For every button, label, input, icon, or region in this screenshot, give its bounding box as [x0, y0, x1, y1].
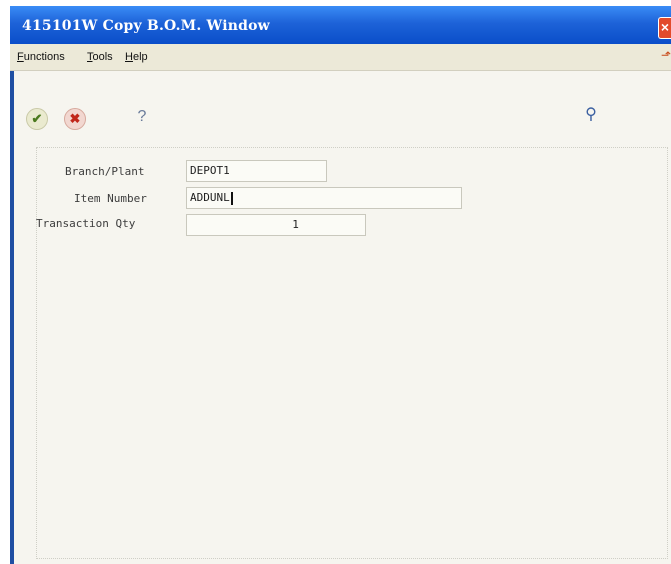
- text-cursor: [230, 191, 233, 205]
- item-number-label: Item Number: [74, 192, 147, 205]
- branch-plant-label: Branch/Plant: [65, 165, 145, 178]
- transaction-qty-label: Transaction Qty: [36, 217, 136, 230]
- title-bar[interactable]: 415101W Copy B.O.M. Window ×: [10, 6, 671, 44]
- menu-functions[interactable]: Functions: [17, 51, 65, 63]
- question-mark-icon: ?: [137, 108, 147, 125]
- ok-button[interactable]: ✔: [26, 108, 48, 130]
- left-border: [10, 71, 14, 564]
- menu-bar: Functions Tools Help ⬏: [10, 44, 671, 71]
- menu-tools[interactable]: Tools: [87, 51, 113, 63]
- window-title: 415101W Copy B.O.M. Window: [22, 18, 270, 34]
- item-number-field[interactable]: ADDUNL: [186, 187, 462, 209]
- menu-help[interactable]: Help: [125, 51, 148, 63]
- cancel-x-icon: ✖: [69, 111, 81, 126]
- checkmark-icon: ✔: [31, 111, 43, 126]
- form-content: ✔ ✖ ? ⚲ Branch/Plant DEPOT1 Item Number …: [10, 71, 671, 564]
- transaction-qty-field[interactable]: 1: [186, 214, 366, 236]
- copy-bom-window: 415101W Copy B.O.M. Window × Functions T…: [10, 6, 671, 564]
- help-button[interactable]: ?: [132, 107, 152, 127]
- magnifier-icon: ⚲: [585, 106, 597, 123]
- find-button[interactable]: ⚲: [581, 105, 601, 125]
- close-button[interactable]: ×: [658, 17, 671, 39]
- menu-pin-icon[interactable]: ⬏: [661, 48, 671, 62]
- cancel-button[interactable]: ✖: [64, 108, 86, 130]
- close-icon: ×: [660, 19, 670, 35]
- branch-plant-value: DEPOT1: [190, 164, 230, 177]
- transaction-qty-value: 1: [292, 218, 299, 231]
- item-number-value: ADDUNL: [190, 191, 230, 204]
- branch-plant-field[interactable]: DEPOT1: [186, 160, 327, 182]
